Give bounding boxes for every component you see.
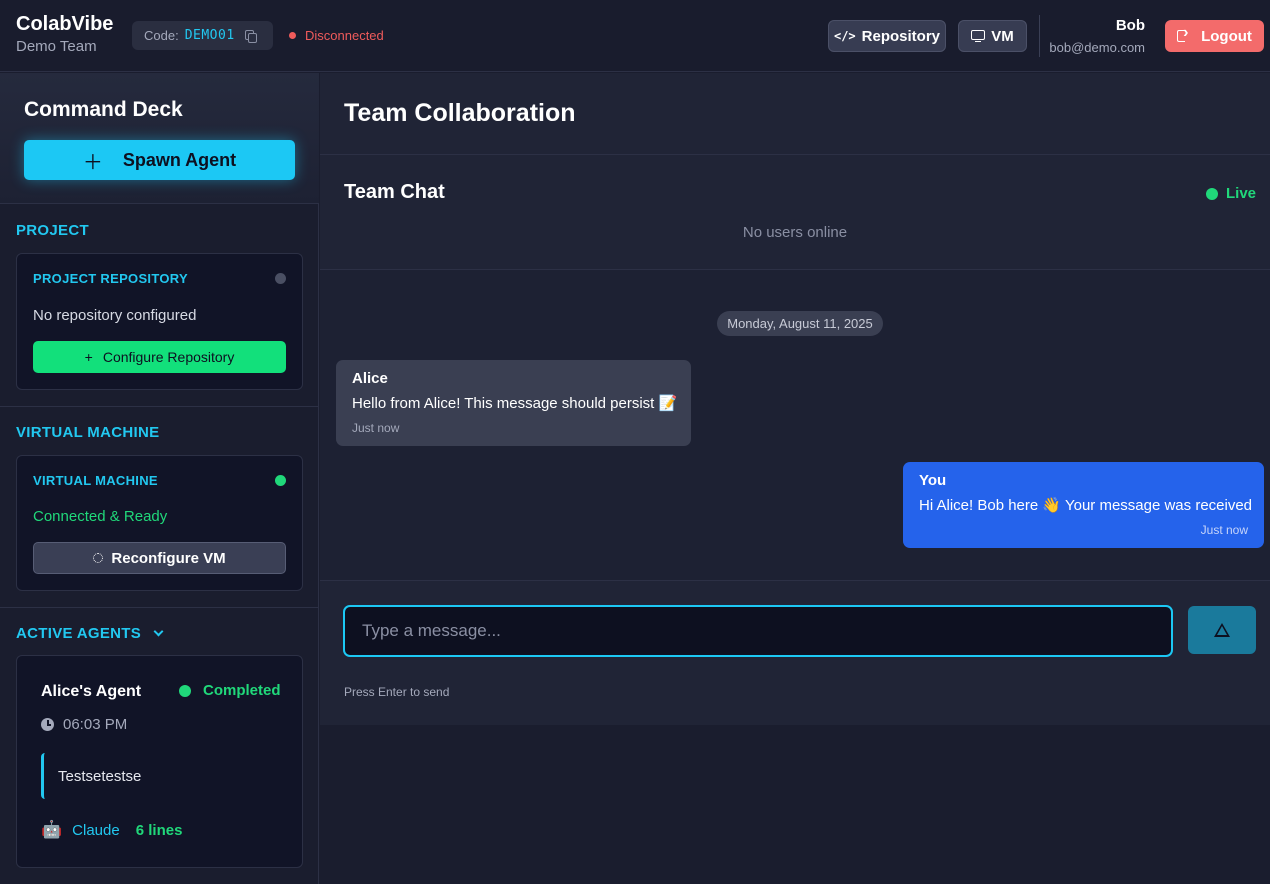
plus-icon: ＋: [82, 151, 103, 174]
clock-icon: [41, 718, 54, 731]
vm-button[interactable]: VM: [958, 20, 1027, 52]
chevron-down-icon: [153, 626, 164, 637]
online-users-text: No users online: [742, 224, 848, 241]
message-bubble-outgoing[interactable]: You Hi Alice! Bob here 👋 Your message wa…: [903, 462, 1264, 548]
brand-title: ColabVibe: [16, 13, 114, 35]
send-hint: Press Enter to send: [344, 685, 450, 699]
team-code-box[interactable]: Code: DEMO01: [132, 21, 273, 50]
command-deck: Command Deck ＋ Spawn Agent: [0, 73, 319, 204]
user-email: bob@demo.com: [1049, 40, 1145, 55]
spawn-agent-label: Spawn Agent: [122, 149, 237, 170]
repository-button-label: Repository: [861, 27, 941, 45]
command-deck-title: Command Deck: [24, 98, 183, 121]
message-time: Just now: [352, 421, 400, 435]
brand: ColabVibe Demo Team: [16, 12, 113, 57]
configure-repository-label: Configure Repository: [102, 349, 235, 365]
agent-card[interactable]: Alice's Agent Completed 06:03 PM Testset…: [16, 655, 303, 868]
code-label: Code:: [144, 28, 179, 43]
send-icon: [1214, 623, 1230, 637]
live-indicator: Live: [1205, 185, 1256, 202]
message-author: You: [919, 472, 947, 489]
top-header: ColabVibe Demo Team Code: DEMO01 Disconn…: [0, 0, 1270, 72]
vm-button-label: VM: [991, 27, 1014, 45]
vm-status-text: Connected & Ready: [33, 508, 168, 525]
section-divider: [0, 607, 319, 608]
message-bubble-incoming[interactable]: Alice Hello from Alice! This message sho…: [336, 360, 691, 446]
project-repository-title: PROJECT REPOSITORY: [33, 271, 188, 286]
agent-status-label: Completed: [203, 682, 281, 699]
message-author: Alice: [352, 370, 388, 387]
status-dot-icon: [179, 684, 191, 697]
page-title: Team Collaboration: [344, 99, 576, 127]
message-text: Hi Alice! Bob here 👋 Your message was re…: [919, 497, 1253, 514]
agent-lines: 6 lines: [135, 821, 183, 839]
agent-status: Completed: [179, 682, 281, 699]
repo-status-text: No repository configured: [33, 307, 197, 324]
reconfigure-vm-button[interactable]: Reconfigure VM: [33, 542, 286, 574]
sidebar: Command Deck ＋ Spawn Agent PROJECT PROJE…: [0, 73, 319, 884]
logout-button[interactable]: Logout: [1165, 20, 1264, 52]
repo-status-dot-icon: [275, 273, 286, 284]
message-list[interactable]: Monday, August 11, 2025 Alice Hello from…: [320, 270, 1270, 580]
chat-title: Team Chat: [344, 181, 445, 203]
header-divider: [1039, 15, 1040, 57]
main-header: Team Collaboration: [320, 73, 1270, 155]
spawn-agent-button[interactable]: ＋ Spawn Agent: [24, 140, 295, 180]
project-section-title: PROJECT: [16, 222, 89, 239]
user-name: Bob: [1115, 17, 1145, 34]
message-time: Just now: [1200, 523, 1248, 537]
connection-status-label: Disconnected: [305, 28, 384, 43]
live-label: Live: [1225, 185, 1256, 202]
code-brackets-icon: </>: [833, 29, 856, 43]
active-agents-title: ACTIVE AGENTS: [16, 625, 142, 642]
refresh-icon: [93, 553, 104, 563]
logout-icon: [1177, 24, 1191, 42]
main-panel: Team Collaboration Team Chat Live No use…: [320, 73, 1270, 884]
date-separator: Monday, August 11, 2025: [717, 311, 883, 336]
send-button[interactable]: [1188, 606, 1256, 654]
connection-status: Disconnected: [289, 28, 384, 43]
agent-model: Claude: [72, 821, 120, 839]
logout-button-label: Logout: [1201, 27, 1252, 45]
status-dot-icon: [289, 32, 296, 39]
vm-status-dot-icon: [275, 475, 286, 486]
configure-repository-button[interactable]: + Configure Repository: [33, 341, 286, 373]
vm-section-title: VIRTUAL MACHINE: [16, 424, 160, 441]
agent-time: 06:03 PM: [41, 716, 127, 733]
repository-button[interactable]: </> Repository: [828, 20, 946, 52]
monitor-icon: [971, 29, 986, 43]
active-agents-toggle[interactable]: ACTIVE AGENTS: [16, 625, 164, 642]
section-divider: [0, 406, 319, 407]
virtual-machine-card: VIRTUAL MACHINE Connected & Ready Reconf…: [16, 455, 303, 591]
message-input[interactable]: [343, 605, 1173, 657]
reconfigure-vm-label: Reconfigure VM: [111, 549, 226, 567]
code-value: DEMO01: [184, 28, 235, 43]
agent-task: Testsetestse: [41, 753, 141, 799]
message-composer: Press Enter to send: [320, 580, 1270, 725]
robot-icon: 🤖: [41, 820, 63, 839]
live-dot-icon: [1205, 187, 1218, 200]
vm-card-title: VIRTUAL MACHINE: [33, 473, 158, 488]
copy-icon[interactable]: [244, 29, 257, 43]
agent-meta: 🤖 Claude 6 lines: [41, 820, 182, 840]
project-repository-card: PROJECT REPOSITORY No repository configu…: [16, 253, 303, 390]
chat-header: Team Chat Live No users online: [320, 155, 1270, 270]
plus-icon: +: [84, 349, 93, 365]
message-text: Hello from Alice! This message should pe…: [352, 395, 678, 412]
team-name: Demo Team: [16, 38, 97, 55]
agent-time-label: 06:03 PM: [63, 716, 128, 733]
app-root: ColabVibe Demo Team Code: DEMO01 Disconn…: [0, 0, 1270, 884]
agent-name: Alice's Agent: [41, 683, 142, 700]
